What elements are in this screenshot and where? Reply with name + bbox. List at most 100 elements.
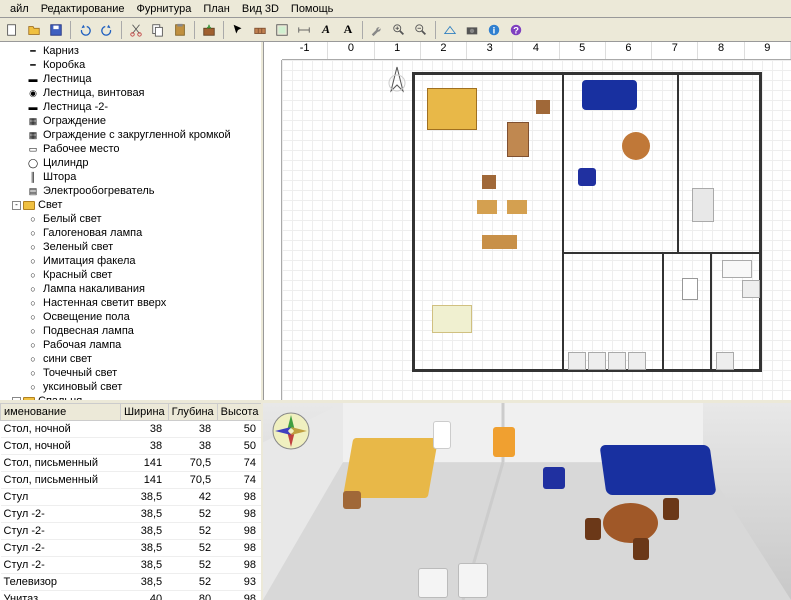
text2-tool[interactable]: A (338, 20, 358, 40)
wardrobe-plan[interactable] (507, 122, 529, 157)
furniture-list-pane[interactable]: именованиеШиринаГлубинаВысотаВидимость С… (0, 403, 263, 600)
armchair-plan[interactable] (578, 168, 596, 186)
tree-item[interactable]: ○Подвесная лампа (12, 324, 261, 338)
armchair-3d[interactable] (543, 467, 565, 489)
tree-item[interactable]: ━Коробка (12, 58, 261, 72)
sofa-plan[interactable] (582, 80, 637, 110)
compass-3d-icon[interactable] (271, 411, 311, 451)
text-tool[interactable]: A (316, 20, 336, 40)
wall-tool[interactable] (250, 20, 270, 40)
tree-item[interactable]: ━Карниз (12, 44, 261, 58)
nightstand-3d[interactable] (343, 491, 361, 509)
plan-view[interactable]: -10123456789 (263, 42, 791, 400)
select-tool[interactable] (228, 20, 248, 40)
tree-item[interactable]: ○Имитация факела (12, 254, 261, 268)
camera-button[interactable] (462, 20, 482, 40)
save-button[interactable] (46, 20, 66, 40)
undo-button[interactable] (75, 20, 95, 40)
chair-3d[interactable] (663, 498, 679, 520)
cabinet-plan[interactable] (608, 352, 626, 370)
tree-item[interactable]: ○Рабочая лампа (12, 338, 261, 352)
bed-plan[interactable] (432, 305, 472, 333)
tree-item[interactable]: ○Освещение пола (12, 310, 261, 324)
menu-edit[interactable]: Редактирование (35, 3, 131, 15)
table-row[interactable]: Стул -2-38,55298 (1, 557, 264, 574)
furniture-table[interactable]: именованиеШиринаГлубинаВысотаВидимость С… (0, 403, 263, 600)
nightstand-plan[interactable] (482, 175, 496, 189)
tree-item[interactable]: ○Зеленый свет (12, 240, 261, 254)
room-tool[interactable] (272, 20, 292, 40)
tree-item[interactable]: ▬Лестница -2- (12, 100, 261, 114)
table-round-plan[interactable] (622, 132, 650, 160)
menu-plan[interactable]: План (197, 3, 236, 15)
collapse-icon[interactable]: - (12, 397, 21, 401)
tree-item[interactable]: ○Галогеновая лампа (12, 226, 261, 240)
zoom-in-button[interactable] (389, 20, 409, 40)
desk-plan[interactable] (477, 200, 497, 214)
tree-item[interactable]: ○Точечный свет (12, 366, 261, 380)
bed-3d[interactable] (343, 438, 439, 498)
menu-file[interactable]: айл (4, 3, 35, 15)
table-row[interactable]: Стул -2-38,55298 (1, 523, 264, 540)
paste-button[interactable] (170, 20, 190, 40)
tree-item[interactable]: ◯Цилиндр (12, 156, 261, 170)
new-button[interactable] (2, 20, 22, 40)
view-mode-button[interactable] (440, 20, 460, 40)
help-button[interactable]: ? (506, 20, 526, 40)
table-row[interactable]: Стол, письменный14170,574 (1, 455, 264, 472)
tree-item[interactable]: ▤Электрообогреватель (12, 184, 261, 198)
tree-item[interactable]: ○сини свет (12, 352, 261, 366)
guitar-3d[interactable] (493, 427, 515, 457)
nightstand-plan[interactable] (536, 100, 550, 114)
col-header[interactable]: Ширина (120, 404, 168, 421)
tree-item[interactable]: ║Штора (12, 170, 261, 184)
tree-item[interactable]: ○Красный свет (12, 268, 261, 282)
sink-plan[interactable] (722, 260, 752, 278)
table-row[interactable]: Унитаз408098 (1, 591, 264, 600)
open-button[interactable] (24, 20, 44, 40)
table-row[interactable]: Стул -2-38,55298 (1, 540, 264, 557)
tree-item[interactable]: ○Белый свет (12, 212, 261, 226)
dimension-tool[interactable] (294, 20, 314, 40)
cut-button[interactable] (126, 20, 146, 40)
table-row[interactable]: Стол, ночной383850 (1, 438, 264, 455)
table-row[interactable]: Стул38,54298 (1, 489, 264, 506)
tree-item[interactable]: ○Лампа накаливания (12, 282, 261, 296)
stove-3d[interactable] (418, 568, 448, 598)
cabinet-plan[interactable] (568, 352, 586, 370)
collapse-icon[interactable]: - (12, 201, 21, 210)
chair-3d[interactable] (633, 538, 649, 560)
sideboard-plan[interactable] (482, 235, 517, 249)
tree-item[interactable]: ▬Лестница (12, 72, 261, 86)
copy-button[interactable] (148, 20, 168, 40)
chair-3d[interactable] (585, 518, 601, 540)
toilet-plan[interactable] (682, 278, 698, 300)
add-furniture-button[interactable] (199, 20, 219, 40)
plan-grid[interactable] (282, 60, 791, 400)
desk-plan[interactable] (507, 200, 527, 214)
redo-button[interactable] (97, 20, 117, 40)
door-plan[interactable] (692, 188, 714, 222)
tree-item[interactable]: ▦Ограждение (12, 114, 261, 128)
col-header[interactable]: именование (1, 404, 121, 421)
view-3d[interactable] (263, 403, 791, 600)
tree-item[interactable]: ▭Рабочее место (12, 142, 261, 156)
tree-item[interactable]: ▦Ограждение с закругленной кромкой (12, 128, 261, 142)
tree-category[interactable]: -Спальня (12, 394, 261, 400)
bunk-bed-plan[interactable] (427, 88, 477, 130)
wall-interior[interactable] (677, 72, 679, 252)
sofa-3d[interactable] (599, 445, 716, 495)
fridge-plan[interactable] (716, 352, 734, 370)
col-header[interactable]: Высота (217, 404, 262, 421)
table-row[interactable]: Стол, письменный14170,574 (1, 472, 264, 489)
tree-item[interactable]: ○Настенная светит вверх (12, 296, 261, 310)
wall-interior[interactable] (662, 252, 664, 372)
furniture-tree-pane[interactable]: ━Карниз━Коробка▬Лестница◉Лестница, винто… (0, 42, 263, 400)
info-button[interactable]: i (484, 20, 504, 40)
cabinet-plan[interactable] (588, 352, 606, 370)
table-row[interactable]: Телевизор38,55293 (1, 574, 264, 591)
wall-interior[interactable] (562, 72, 564, 372)
cabinet-plan[interactable] (628, 352, 646, 370)
table-3d[interactable] (603, 503, 658, 543)
table-row[interactable]: Стол, ночной383850 (1, 421, 264, 438)
